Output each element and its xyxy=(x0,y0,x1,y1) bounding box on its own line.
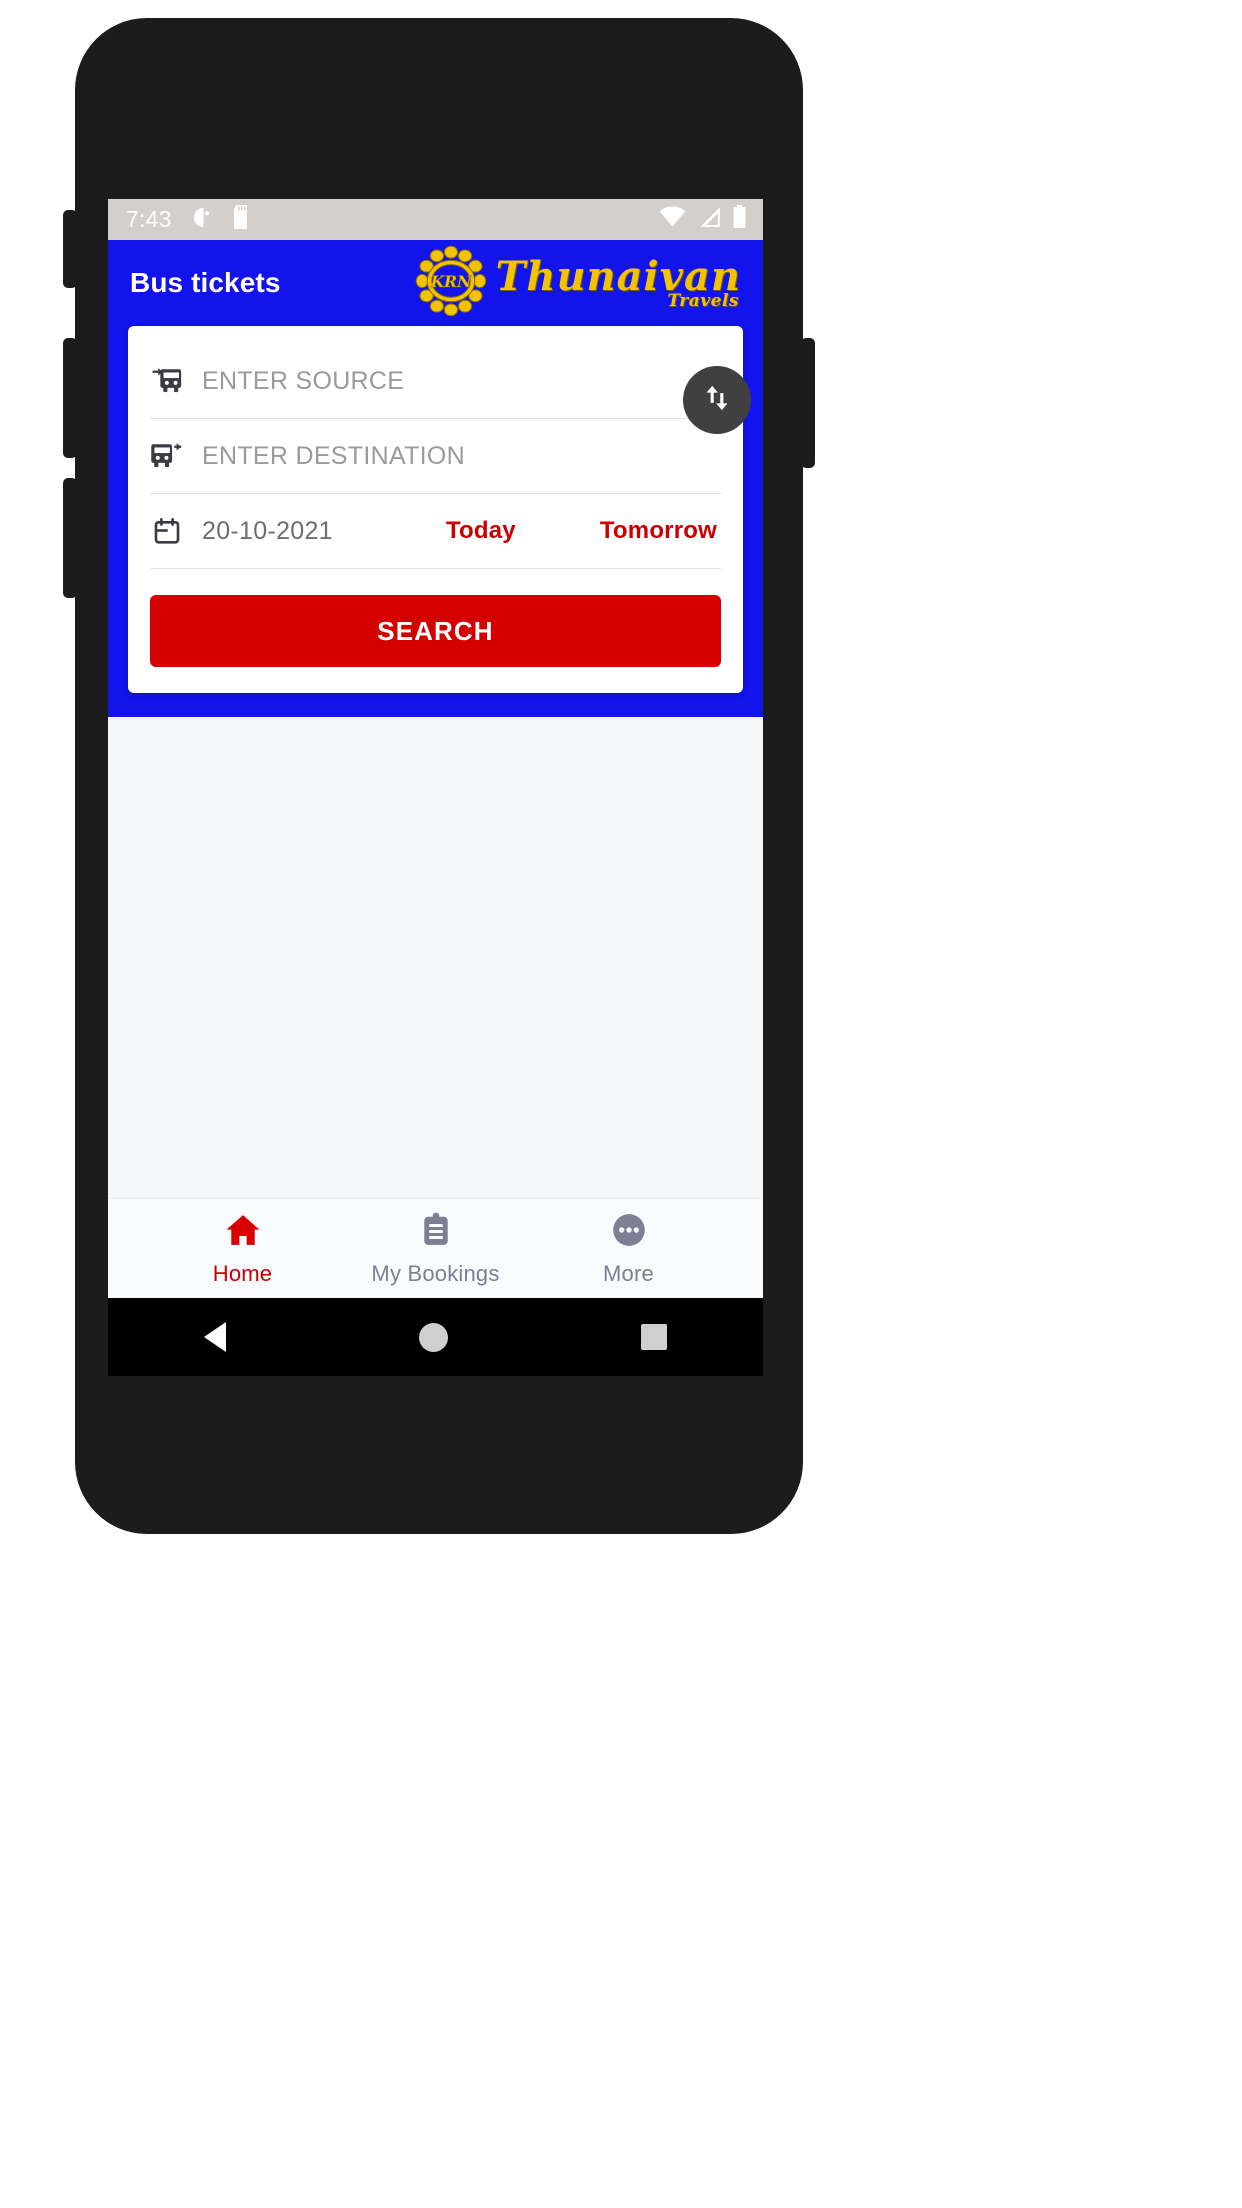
phone-side-button-power[interactable] xyxy=(801,338,815,468)
swap-vertical-icon xyxy=(700,381,734,420)
home-circle-icon[interactable] xyxy=(418,1322,448,1352)
status-bar-time: 7:43 xyxy=(126,206,172,232)
nav-label-more: More xyxy=(603,1260,654,1286)
app-bar: Bus tickets KRN Thunaivan Travels xyxy=(108,240,763,326)
search-card: ENTER SOURCE ENTER DESTINATION 20-10-202… xyxy=(128,326,751,693)
content-area xyxy=(108,717,763,1198)
nav-label-my-bookings: My Bookings xyxy=(371,1260,500,1286)
recents-square-icon[interactable] xyxy=(640,1324,667,1350)
wifi-icon xyxy=(659,206,686,233)
back-triangle-icon[interactable] xyxy=(204,1322,227,1352)
bottom-navigation-bar: Home My Bookings More xyxy=(108,1198,763,1298)
source-field-row[interactable]: ENTER SOURCE xyxy=(150,344,721,419)
page-title: Bus tickets xyxy=(130,267,281,298)
today-button[interactable]: Today xyxy=(446,517,516,545)
date-field-row[interactable]: 20-10-2021 Today Tomorrow xyxy=(150,494,721,569)
status-bar: 7:43 xyxy=(108,199,763,240)
search-header-panel: ENTER SOURCE ENTER DESTINATION 20-10-202… xyxy=(108,326,763,717)
calendar-icon xyxy=(150,516,184,546)
swap-source-destination-button[interactable] xyxy=(683,366,751,434)
phone-side-button-volume-down[interactable] xyxy=(63,478,77,598)
nav-label-home: Home xyxy=(212,1260,273,1286)
krn-logo-icon: KRN xyxy=(414,244,488,323)
nav-item-home[interactable]: Home xyxy=(146,1211,339,1287)
brand-lockup: KRN Thunaivan Travels xyxy=(414,244,743,323)
nav-item-my-bookings[interactable]: My Bookings xyxy=(339,1211,532,1287)
battery-icon xyxy=(732,205,747,234)
clipboard-icon xyxy=(417,1211,455,1254)
destination-input[interactable]: ENTER DESTINATION xyxy=(202,442,465,471)
phone-side-button-silent[interactable] xyxy=(63,210,77,288)
source-input[interactable]: ENTER SOURCE xyxy=(202,367,404,396)
home-icon xyxy=(223,1211,263,1254)
nav-item-more[interactable]: More xyxy=(532,1211,725,1287)
bus-depart-icon xyxy=(150,440,184,472)
phone-frame: 7:43 Bus tickets KRN Thunaivan Travels E… xyxy=(63,18,815,1534)
destination-field-row[interactable]: ENTER DESTINATION xyxy=(150,419,721,494)
cellular-signal-icon xyxy=(697,206,721,233)
brand-subtitle: Travels xyxy=(667,290,739,311)
phone-screen: 7:43 Bus tickets KRN Thunaivan Travels E… xyxy=(108,199,763,1376)
phone-side-button-volume-up[interactable] xyxy=(63,338,77,458)
date-value[interactable]: 20-10-2021 xyxy=(202,517,333,546)
android-system-nav xyxy=(108,1298,763,1376)
tomorrow-button[interactable]: Tomorrow xyxy=(600,517,717,545)
more-dots-icon xyxy=(610,1211,648,1254)
bus-arrive-icon xyxy=(150,365,184,397)
search-button[interactable]: SEARCH xyxy=(150,595,721,667)
do-not-disturb-icon xyxy=(192,206,215,234)
sd-card-icon xyxy=(231,205,251,234)
krn-logo-text: KRN xyxy=(429,271,471,290)
